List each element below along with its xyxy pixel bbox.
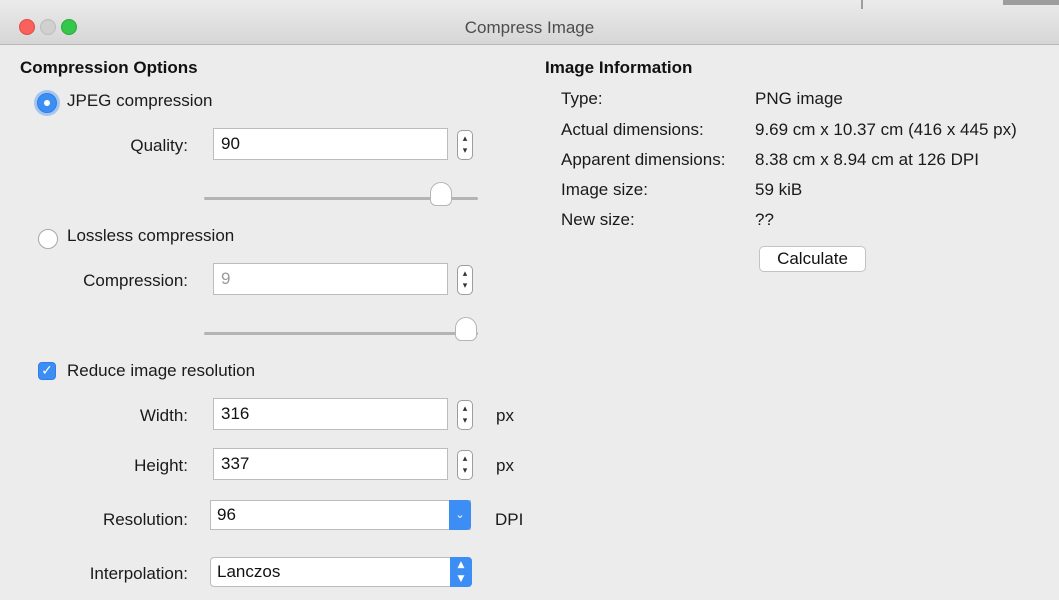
width-stepper[interactable]: ▴ ▾ <box>457 400 473 430</box>
info-value-image-size: 59 kiB <box>755 180 803 199</box>
width-unit: px <box>496 406 514 425</box>
lossless-compression-radio[interactable] <box>38 229 58 249</box>
height-stepper[interactable]: ▴ ▾ <box>457 450 473 480</box>
jpeg-compression-label[interactable]: JPEG compression <box>67 91 213 111</box>
quality-slider-thumb[interactable] <box>430 182 452 206</box>
interpolation-select[interactable]: Lanczos ▲ ▼ <box>210 557 472 587</box>
info-label-apparent-dimensions: Apparent dimensions: <box>561 150 726 169</box>
resolution-label: Resolution: <box>102 510 188 529</box>
resolution-combobox[interactable]: 96 ⌄ <box>210 500 471 530</box>
window-title: Compress Image <box>464 18 595 37</box>
interpolation-label: Interpolation: <box>89 564 188 583</box>
jpeg-compression-radio[interactable] <box>37 93 57 113</box>
info-label-new-size: New size: <box>561 210 635 229</box>
height-input[interactable]: 337 <box>213 448 448 480</box>
resolution-value[interactable]: 96 <box>217 505 236 524</box>
compression-label: Compression: <box>83 271 188 290</box>
quality-label: Quality: <box>130 136 188 155</box>
quality-stepper[interactable]: ▴ ▾ <box>457 130 473 160</box>
background-window-edge <box>1003 0 1059 5</box>
width-input[interactable]: 316 <box>213 398 448 430</box>
image-information-heading: Image Information <box>545 58 693 77</box>
width-label: Width: <box>139 406 188 425</box>
background-window-edge <box>861 0 863 9</box>
info-label-type: Type: <box>561 89 603 108</box>
compression-options-heading: Compression Options <box>20 58 198 77</box>
info-label-actual-dimensions: Actual dimensions: <box>561 120 704 139</box>
reduce-resolution-label[interactable]: Reduce image resolution <box>67 361 255 381</box>
info-value-new-size: ?? <box>755 210 774 229</box>
compression-level-input[interactable]: 9 <box>213 263 448 295</box>
height-unit: px <box>496 456 514 475</box>
compression-stepper[interactable]: ▴ ▾ <box>457 265 473 295</box>
compression-slider-thumb[interactable] <box>455 317 477 341</box>
lossless-compression-label[interactable]: Lossless compression <box>67 226 234 246</box>
calculate-button[interactable]: Calculate <box>759 246 866 272</box>
resolution-unit: DPI <box>495 510 524 529</box>
interpolation-value[interactable]: Lanczos <box>217 562 280 581</box>
title-bar: Compress Image <box>0 0 1059 45</box>
compression-slider-track[interactable] <box>204 332 478 335</box>
height-label: Height: <box>134 456 188 475</box>
quality-input[interactable]: 90 <box>213 128 448 160</box>
reduce-resolution-checkbox[interactable]: ✓ <box>38 362 56 380</box>
chevron-down-icon[interactable]: ⌄ <box>449 500 471 530</box>
info-value-actual-dimensions: 9.69 cm x 10.37 cm (416 x 445 px) <box>755 120 1017 139</box>
info-value-apparent-dimensions: 8.38 cm x 8.94 cm at 126 DPI <box>755 150 979 169</box>
info-label-image-size: Image size: <box>561 180 648 199</box>
info-value-type: PNG image <box>755 89 843 108</box>
select-arrows-icon[interactable]: ▲ ▼ <box>450 557 472 587</box>
